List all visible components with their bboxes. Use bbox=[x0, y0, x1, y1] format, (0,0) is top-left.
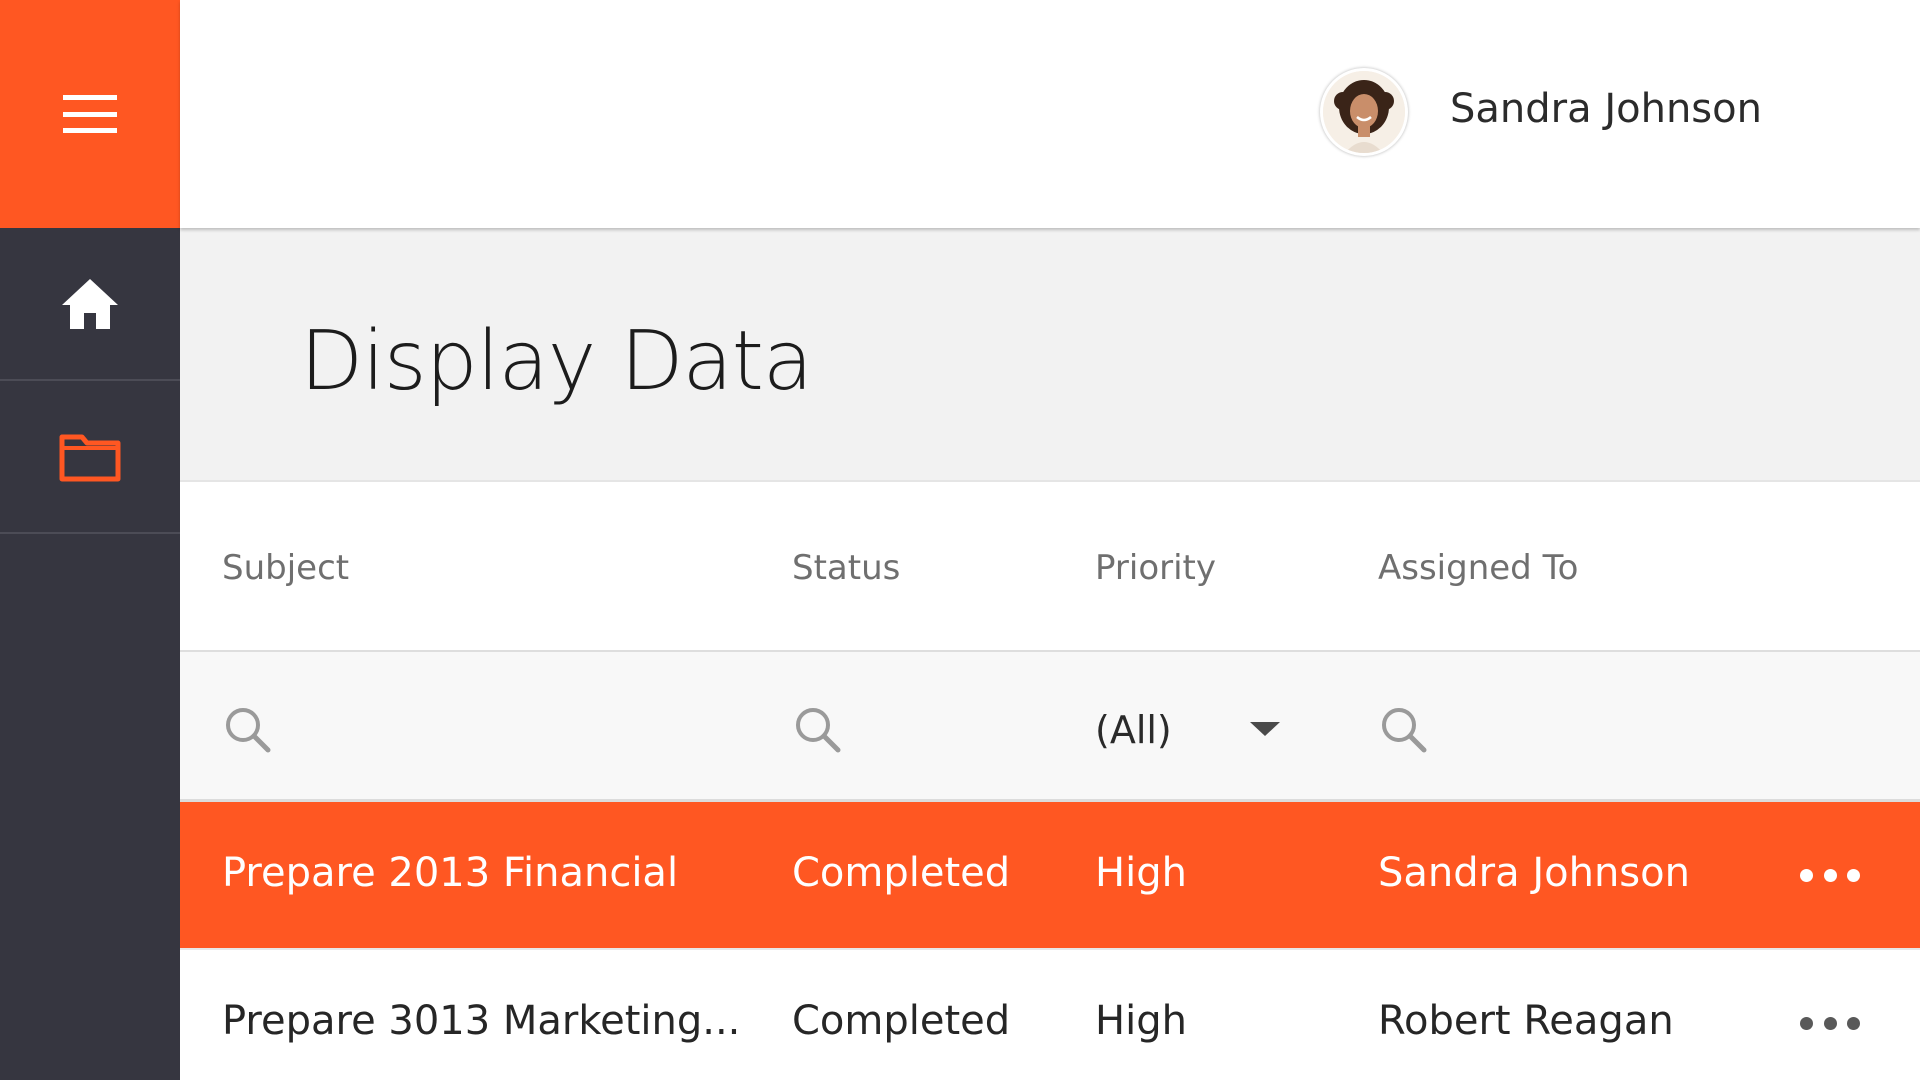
column-header-status[interactable]: Status bbox=[792, 548, 1072, 588]
cell-priority: High bbox=[1095, 850, 1187, 896]
page-title: Display Data bbox=[300, 314, 813, 409]
menu-button[interactable] bbox=[0, 0, 180, 228]
priority-filter-value: (All) bbox=[1095, 708, 1172, 752]
table-row[interactable]: Prepare 2013 Financial Completed High Sa… bbox=[180, 802, 1920, 948]
hamburger-menu-icon bbox=[63, 95, 117, 133]
top-header: Sandra Johnson bbox=[180, 0, 1920, 228]
home-icon bbox=[62, 278, 118, 329]
priority-filter-dropdown[interactable]: (All) bbox=[1095, 700, 1335, 760]
status-filter[interactable] bbox=[792, 700, 1072, 760]
chevron-down-icon bbox=[1250, 722, 1280, 736]
avatar[interactable] bbox=[1320, 68, 1408, 156]
user-avatar-icon bbox=[1323, 71, 1405, 153]
grid-filter-row: (All) bbox=[180, 652, 1920, 802]
table-row[interactable]: Prepare 3013 Marketing... Completed High… bbox=[180, 948, 1920, 1080]
column-header-subject[interactable]: Subject bbox=[222, 548, 742, 588]
sidebar-item-home[interactable] bbox=[0, 228, 180, 381]
cell-assigned-to: Robert Reagan bbox=[1378, 998, 1674, 1044]
subject-filter[interactable] bbox=[222, 700, 742, 760]
more-options-icon[interactable] bbox=[1800, 998, 1860, 1048]
cell-assigned-to: Sandra Johnson bbox=[1378, 850, 1690, 896]
column-header-assigned-to[interactable]: Assigned To bbox=[1378, 548, 1738, 588]
column-header-priority[interactable]: Priority bbox=[1095, 548, 1335, 588]
cell-subject: Prepare 3013 Marketing... bbox=[222, 998, 741, 1044]
search-icon[interactable] bbox=[1378, 704, 1430, 756]
cell-status: Completed bbox=[792, 998, 1011, 1044]
sidebar bbox=[0, 0, 180, 1080]
assigned-to-filter[interactable] bbox=[1378, 700, 1738, 760]
cell-subject: Prepare 2013 Financial bbox=[222, 850, 679, 896]
more-options-icon[interactable] bbox=[1800, 850, 1860, 900]
search-icon[interactable] bbox=[792, 704, 844, 756]
grid-header-row: Subject Status Priority Assigned To bbox=[180, 482, 1920, 652]
user-name[interactable]: Sandra Johnson bbox=[1450, 86, 1762, 132]
title-band: Display Data bbox=[180, 228, 1920, 482]
cell-priority: High bbox=[1095, 998, 1187, 1044]
cell-status: Completed bbox=[792, 850, 1011, 896]
search-icon[interactable] bbox=[222, 704, 274, 756]
sidebar-item-folder[interactable] bbox=[0, 381, 180, 534]
folder-icon bbox=[59, 434, 121, 481]
